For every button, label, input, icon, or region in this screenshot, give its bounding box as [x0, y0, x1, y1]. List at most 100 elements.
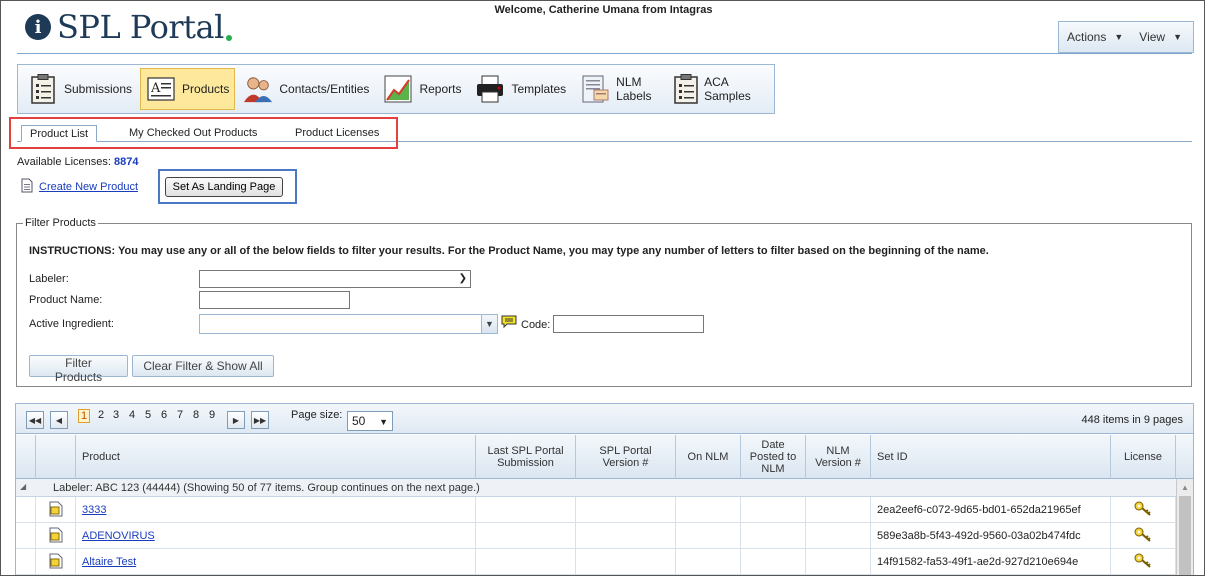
caret-down-icon: ▼ — [1114, 32, 1124, 42]
locked-document-icon — [49, 553, 63, 572]
row-date-posted-cell — [741, 549, 806, 575]
group-row-label: Labeler: ABC 123 (44444) (Showing 50 of … — [53, 482, 480, 494]
grid-header-product[interactable]: Product — [76, 435, 476, 479]
row-nlm-version-cell — [806, 549, 871, 575]
table-row[interactable]: Altaire Test 14f91582-fa53-49f1-ae2d-927… — [16, 549, 1176, 575]
key-icon[interactable] — [1134, 553, 1152, 572]
product-link[interactable]: ADENOVIRUS — [82, 530, 155, 542]
toolbar-aca-samples-label: ACA Samples — [704, 75, 751, 103]
row-status-cell — [36, 523, 76, 549]
page-link-6[interactable]: 6 — [161, 409, 167, 421]
row-status-cell — [36, 549, 76, 575]
combo-dropdown-icon[interactable]: ▼ — [481, 315, 497, 333]
page-link-1[interactable]: 1 — [78, 409, 91, 423]
toolbar-contacts-label: Contacts/Entities — [279, 82, 370, 96]
toolbar-products[interactable]: A Products — [140, 68, 236, 110]
page-link-4[interactable]: 4 — [129, 409, 135, 421]
toolbar-submissions-label: Submissions — [64, 82, 133, 96]
toolbar-nlm-labels[interactable]: NLM Labels — [574, 68, 666, 110]
filter-products-button[interactable]: Filter Products — [29, 355, 128, 384]
label-icon — [580, 73, 610, 105]
page-size-label: Page size: — [291, 409, 343, 421]
product-link[interactable]: Altaire Test — [82, 556, 136, 568]
page-link-2[interactable]: 2 — [98, 409, 104, 421]
page-link-8[interactable]: 8 — [193, 409, 199, 421]
row-date-posted-cell — [741, 497, 806, 523]
comment-icon[interactable] — [501, 315, 517, 329]
logo-dot — [225, 35, 232, 41]
grid-header-scroll-spacer — [1176, 435, 1193, 479]
clipboard-icon — [28, 73, 58, 105]
grid-header-on-nlm[interactable]: On NLM — [676, 435, 741, 479]
view-menu[interactable]: View ▼ — [1131, 30, 1190, 44]
active-ingredient-combo[interactable]: ▼ — [199, 314, 498, 334]
grid-header-set-id[interactable]: Set ID — [871, 435, 1111, 479]
filter-legend: Filter Products — [25, 217, 96, 229]
key-icon[interactable] — [1134, 527, 1152, 546]
svg-text:A: A — [150, 81, 161, 96]
set-as-landing-page-button[interactable]: Set As Landing Page — [165, 177, 283, 197]
row-date-posted-cell — [741, 523, 806, 549]
product-name-input[interactable] — [199, 291, 350, 309]
welcome-message: Welcome, Catherine Umana from Intagras — [494, 4, 713, 16]
row-nlm-version-cell — [806, 497, 871, 523]
page-link-3[interactable]: 3 — [113, 409, 119, 421]
group-row-labeler[interactable]: ◢ Labeler: ABC 123 (44444) (Showing 50 o… — [16, 479, 1176, 497]
code-label: Code: — [521, 319, 551, 331]
toolbar-aca-samples[interactable]: ACA Samples — [668, 68, 768, 110]
locked-document-icon — [49, 501, 63, 520]
actions-menu-label: Actions — [1067, 30, 1107, 44]
first-page-icon[interactable]: ◀◀ — [26, 411, 44, 429]
page-link-9[interactable]: 9 — [209, 409, 215, 421]
scrollbar-thumb[interactable] — [1179, 496, 1191, 575]
toolbar-products-label: Products — [182, 82, 230, 96]
printer-icon — [475, 73, 505, 105]
grid-header-last-submission[interactable]: Last SPL Portal Submission — [476, 435, 576, 479]
scroll-up-icon[interactable]: ▲ — [1177, 479, 1193, 495]
page-link-7[interactable]: 7 — [177, 409, 183, 421]
toolbar-submissions[interactable]: Submissions — [22, 68, 138, 110]
row-on-nlm-cell — [676, 549, 741, 575]
pager-info: 448 items in 9 pages — [1081, 414, 1183, 426]
toolbar-reports-label: Reports — [419, 82, 462, 96]
page-link-5[interactable]: 5 — [145, 409, 151, 421]
table-row[interactable]: ADENOVIRUS 589e3a8b-5f43-492d-9560-03a02… — [16, 523, 1176, 549]
available-licenses-count: 8874 — [114, 156, 139, 168]
next-page-icon[interactable]: ▶ — [227, 411, 245, 429]
table-row[interactable]: 3333 2ea2eef6-c072-9d65-bd01-652da21965e… — [16, 497, 1176, 523]
product-link[interactable]: 3333 — [82, 504, 106, 516]
grid-header-license[interactable]: License — [1111, 435, 1176, 479]
app-window: i SPL Portal Welcome, Catherine Umana fr… — [0, 0, 1205, 576]
prev-page-icon[interactable]: ◀ — [50, 411, 68, 429]
toolbar-contacts[interactable]: Contacts/Entities — [237, 68, 375, 110]
page-size-select[interactable]: 50 ▼ — [347, 411, 393, 431]
grid-header-icon — [36, 435, 76, 479]
grid-header-spl-version[interactable]: SPL Portal Version # — [576, 435, 676, 479]
available-licenses: Available Licenses: 8874 — [17, 156, 139, 168]
document-icon: A — [146, 73, 176, 105]
grid-vertical-scrollbar[interactable]: ▲ — [1176, 479, 1193, 575]
info-logo-icon: i — [25, 14, 51, 40]
key-icon[interactable] — [1134, 501, 1152, 520]
available-licenses-label: Available Licenses: — [17, 156, 111, 168]
toolbar-templates[interactable]: Templates — [469, 68, 572, 110]
grid-header-nlm-version[interactable]: NLM Version # — [806, 435, 871, 479]
row-spacer — [16, 549, 36, 575]
clear-filter-button[interactable]: Clear Filter & Show All — [132, 355, 274, 377]
collapse-group-icon[interactable]: ◢ — [20, 482, 26, 491]
people-icon — [243, 73, 273, 105]
row-set-id-cell: 589e3a8b-5f43-492d-9560-03a02b474fdc — [871, 523, 1111, 549]
grid-header-date-posted[interactable]: Date Posted to NLM — [741, 435, 806, 479]
last-page-icon[interactable]: ▶▶ — [251, 411, 269, 429]
row-license-cell — [1111, 523, 1176, 549]
filter-instructions: INSTRUCTIONS: You may use any or all of … — [29, 245, 989, 257]
row-product-cell: 3333 — [76, 497, 476, 523]
locked-document-icon — [49, 527, 63, 546]
code-input[interactable] — [553, 315, 704, 333]
actions-menu[interactable]: Actions ▼ — [1059, 30, 1131, 44]
row-last-submission-cell — [476, 497, 576, 523]
toolbar-reports[interactable]: Reports — [377, 68, 467, 110]
create-new-product-link[interactable]: Create New Product — [39, 181, 138, 193]
labeler-select[interactable]: ❯ — [199, 270, 471, 288]
grid-pager: ◀◀ ◀ 1 2 3 4 5 6 7 8 9 ▶ ▶▶ Page size: 5… — [16, 404, 1193, 434]
